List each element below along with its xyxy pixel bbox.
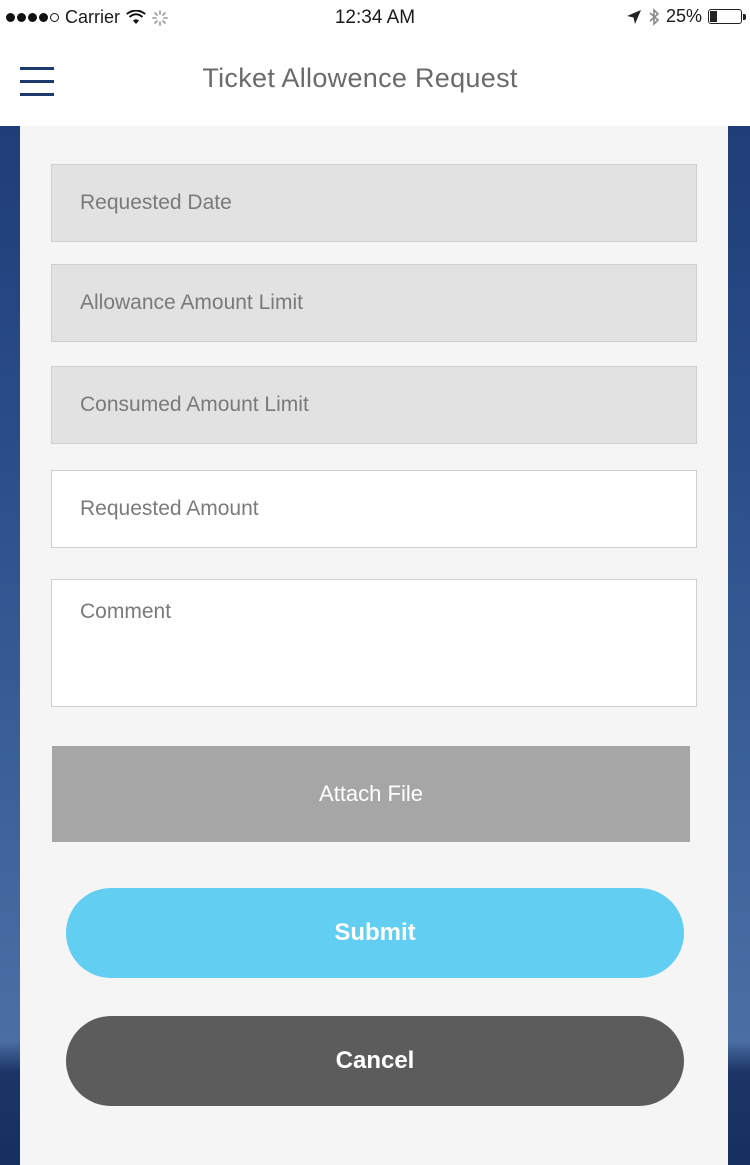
status-bar: Carrier 12:34 AM 25% — [0, 0, 750, 36]
consumed-amount-limit-placeholder: Consumed Amount Limit — [80, 393, 309, 416]
comment-textarea[interactable]: Comment — [51, 579, 697, 707]
page-title: Ticket Allowence Request — [202, 63, 518, 93]
status-right: 25% — [626, 6, 746, 27]
bluetooth-icon — [649, 7, 660, 26]
attach-file-button[interactable]: Attach File — [52, 746, 690, 842]
request-form: Requested Date Allowance Amount Limit Co… — [20, 126, 728, 1165]
requested-date-placeholder: Requested Date — [80, 191, 232, 214]
battery-icon — [708, 9, 746, 24]
consumed-amount-limit-field: Consumed Amount Limit — [51, 366, 697, 444]
requested-amount-input[interactable]: Requested Amount — [51, 470, 697, 548]
location-arrow-icon — [626, 9, 641, 24]
requested-date-field: Requested Date — [51, 164, 697, 242]
cancel-button[interactable]: Cancel — [66, 1016, 684, 1106]
allowance-amount-limit-field: Allowance Amount Limit — [51, 264, 697, 342]
battery-fill — [710, 11, 717, 22]
battery-percent: 25% — [665, 6, 702, 26]
allowance-amount-limit-placeholder: Allowance Amount Limit — [80, 291, 303, 314]
nav-bar: Ticket Allowence Request — [0, 36, 750, 126]
submit-button[interactable]: Submit — [66, 888, 684, 978]
comment-placeholder: Comment — [80, 600, 172, 623]
requested-amount-placeholder: Requested Amount — [80, 497, 259, 520]
